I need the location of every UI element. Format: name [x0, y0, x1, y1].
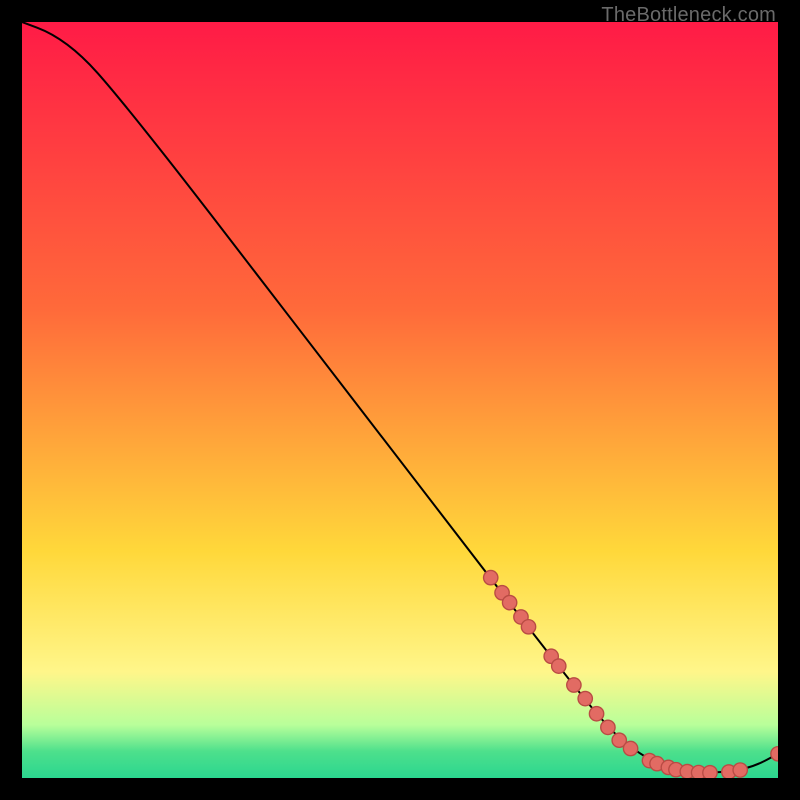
highlight-dot — [552, 659, 566, 673]
gradient-background — [22, 22, 778, 778]
highlight-dot — [567, 678, 581, 692]
highlight-dot — [589, 707, 603, 721]
highlight-dot — [703, 766, 717, 778]
watermark-text: TheBottleneck.com — [601, 4, 776, 27]
highlight-dot — [521, 620, 535, 634]
highlight-dot — [733, 763, 747, 777]
chart-stage: TheBottleneck.com — [0, 0, 800, 800]
highlight-dot — [484, 570, 498, 584]
bottleneck-chart — [22, 22, 778, 778]
highlight-dot — [623, 741, 637, 755]
highlight-dot — [601, 720, 615, 734]
highlight-dot — [502, 595, 516, 609]
highlight-dot — [578, 691, 592, 705]
